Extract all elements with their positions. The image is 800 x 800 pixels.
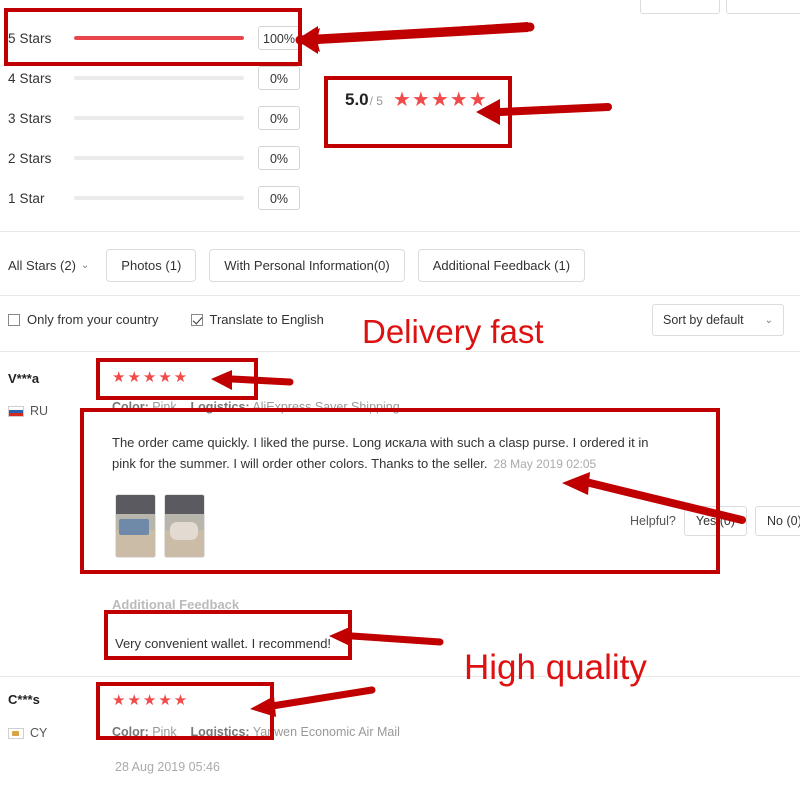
annotation-arrow-5star [295,22,535,54]
annotation-arrow-review2-stars [250,686,376,717]
annotation-arrow-average-score [476,99,612,125]
rating-row-label: 2 Stars [8,150,52,166]
review-options-row: Only from your country Translate to Engl… [8,312,324,327]
reviewer-country-code: RU [30,404,49,418]
checkbox-translate[interactable] [190,313,203,326]
rating-percent-value: 100% [258,26,300,50]
color-value: Pink [152,400,177,414]
filter-tab-personal-information[interactable]: With Personal Information(0) [209,249,405,282]
filter-tab-photos[interactable]: Photos (1) [106,249,197,282]
all-stars-dropdown[interactable]: All Stars (2) ⌄ [8,258,93,273]
logistics-label: Logistics: [190,725,250,739]
section-divider [0,295,800,296]
review-stars-icon: ★★★★★ [112,692,190,709]
rating-row: 4 Stars 0% [0,58,300,98]
rating-row-label: 1 Star [8,190,45,206]
annotation-arrow-review1-stars [211,370,294,390]
review-photo-strip [115,494,205,558]
rating-bar-track [74,116,244,120]
reviewer-name: V***a [8,371,40,386]
only-from-your-country-option[interactable]: Only from your country [8,312,159,327]
section-divider [0,231,800,232]
section-divider [0,676,800,677]
rating-row-label: 5 Stars [8,30,52,46]
rating-bar-track [74,196,244,200]
filter-tab-additional-feedback[interactable]: Additional Feedback (1) [417,249,586,282]
color-label: Color: [112,725,149,739]
additional-feedback-title: Additional Feedback [112,597,240,612]
only-from-your-country-label: Only from your country [27,312,159,327]
average-score-stars-icon: ★★★★★ [392,89,488,111]
rating-percent-value: 0% [258,66,300,90]
chevron-down-icon: ⌄ [764,314,773,326]
review-filter-bar: All Stars (2) ⌄ Photos (1) With Personal… [8,249,586,282]
average-score-number: 5.0 [345,90,369,109]
average-score-card: 5.0/ 5 ★★★★★ [345,90,488,110]
rating-percent-value: 0% [258,186,300,210]
helpful-yes-button[interactable]: Yes (0) [683,506,748,536]
rating-row: 1 Star 0% [0,178,300,218]
helpful-label: Helpful? [630,514,676,528]
review-attributes: Color: Pink Logistics: Yanwen Economic A… [112,725,400,739]
helpful-no-button[interactable]: No (0) [755,506,800,536]
rating-row-label: 4 Stars [8,70,52,86]
helpful-controls: Helpful? Yes (0) No (0) [630,506,800,536]
review-body: The order came quickly. I liked the purs… [112,432,672,475]
rating-bar-track [74,36,244,40]
reviewer-country: CY [8,726,47,740]
average-score-value-group: 5.0/ 5 [345,90,383,110]
annotation-box-average-score [324,76,512,148]
annotation-label-delivery-fast: Delivery fast [362,313,544,350]
review-timestamp: 28 May 2019 02:05 [493,457,597,471]
rating-percent-value: 0% [258,106,300,130]
reviewer-country: RU [8,404,48,418]
flag-cy-icon [8,727,24,739]
rating-bar-fill [74,36,244,40]
additional-feedback-text: Very convenient wallet. I recommend! [115,636,332,651]
section-divider [0,351,800,352]
rating-breakdown: 5 Stars 100% 4 Stars 0% 3 Stars 0% 2 Sta… [0,18,300,218]
review-photo-thumbnail[interactable] [164,494,205,558]
reviewer-country-code: CY [30,726,48,740]
rating-row: 3 Stars 0% [0,98,300,138]
rating-bar-track [74,156,244,160]
helpful-yes-button[interactable] [640,0,720,14]
translate-to-english-option[interactable]: Translate to English [190,312,324,327]
rating-row: 2 Stars 0% [0,138,300,178]
rating-bar-track [74,76,244,80]
annotation-box-additional-feedback [104,610,352,660]
review-photo-thumbnail[interactable] [115,494,156,558]
review-attributes: Color: Pink Logistics: AliExpress Saver … [112,400,400,414]
annotation-arrow-additional-feedback [329,626,444,647]
review-page: 5 Stars 100% 4 Stars 0% 3 Stars 0% 2 Sta… [0,0,800,800]
sort-dropdown[interactable]: Sort by default ⌄ [652,304,784,336]
checkbox-only-country[interactable] [8,313,20,326]
rating-row: 5 Stars 100% [0,18,300,58]
logistics-label: Logistics: [190,400,250,414]
rating-percent-value: 0% [258,146,300,170]
logistics-value: AliExpress Saver Shipping [252,400,400,414]
reviewer-name: C***s [8,692,40,707]
review-timestamp: 28 Aug 2019 05:46 [115,760,220,774]
color-value: Pink [152,725,177,739]
review-stars-icon: ★★★★★ [112,369,190,386]
translate-to-english-label: Translate to English [209,312,324,327]
flag-ru-icon [8,405,24,417]
helpful-no-button[interactable] [726,0,800,14]
color-label: Color: [112,400,149,414]
average-score-denominator: / 5 [369,94,383,108]
logistics-value: Yanwen Economic Air Mail [252,725,400,739]
chevron-down-icon: ⌄ [80,260,90,271]
rating-row-label: 3 Stars [8,110,52,126]
sort-dropdown-value: Sort by default [663,313,744,327]
annotation-label-high-quality: High quality [464,648,647,687]
all-stars-label: All Stars (2) [8,258,76,273]
